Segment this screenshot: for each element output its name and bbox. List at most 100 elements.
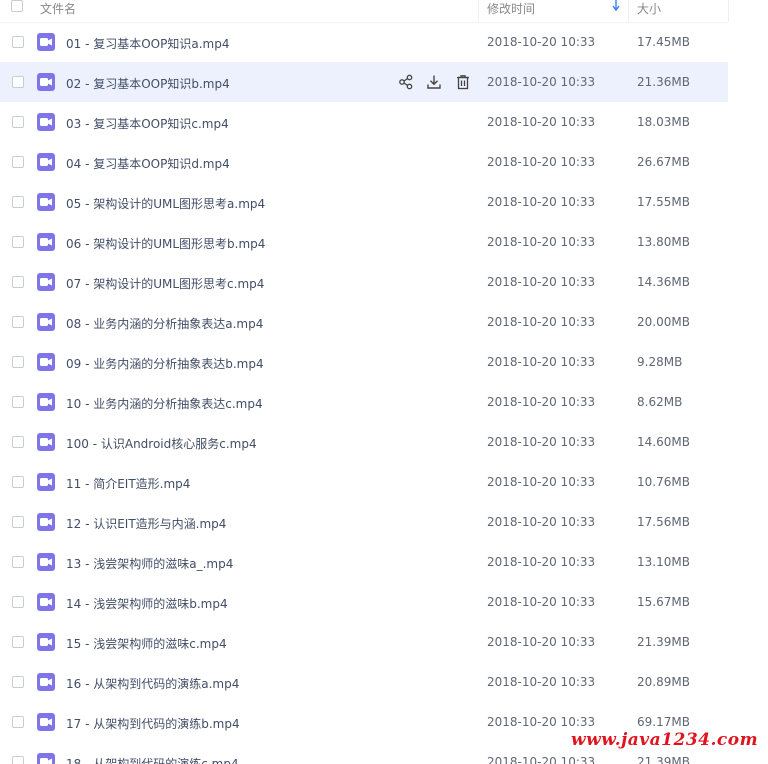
file-modified-time: 2018-10-20 10:33: [487, 155, 596, 169]
file-size: 8.62MB: [637, 395, 683, 409]
file-row[interactable]: 11 - 简介EIT造形.mp4 2018-10-20 10:33 10.76MB: [0, 462, 728, 502]
file-size: 13.80MB: [637, 235, 690, 249]
file-checkbox[interactable]: [12, 676, 24, 688]
file-row[interactable]: 14 - 浅尝架构师的滋味b.mp4 2018-10-20 10:33 15.67M…: [0, 582, 728, 622]
list-header: 文件名 修改时间 大小: [0, 0, 728, 23]
file-modified-time: 2018-10-20 10:33: [487, 435, 596, 449]
file-modified-time: 2018-10-20 10:33: [487, 595, 596, 609]
video-file-icon: [37, 553, 55, 571]
video-file-icon: [37, 473, 55, 491]
file-name-link[interactable]: 13 - 浅尝架构师的滋味a_.mp4: [66, 555, 233, 572]
file-name-link[interactable]: 10 - 业务内涵的分析抽象表达c.mp4: [66, 395, 263, 412]
file-checkbox[interactable]: [12, 756, 24, 764]
video-file-icon: [37, 353, 55, 371]
video-file-icon: [37, 33, 55, 51]
file-checkbox[interactable]: [12, 156, 24, 168]
file-size: 18.03MB: [637, 115, 690, 129]
file-row[interactable]: 05 - 架构设计的UML图形思考a.mp4 2018-10-20 10:33 17…: [0, 182, 728, 222]
file-row[interactable]: 16 - 从架构到代码的演练a.mp4 2018-10-20 10:33 20.89…: [0, 662, 728, 702]
file-checkbox[interactable]: [12, 356, 24, 368]
file-modified-time: 2018-10-20 10:33: [487, 115, 596, 129]
file-modified-time: 2018-10-20 10:33: [487, 235, 596, 249]
video-file-icon: [37, 753, 55, 764]
file-size: 20.00MB: [637, 315, 690, 329]
file-name-link[interactable]: 07 - 架构设计的UML图形思考c.mp4: [66, 275, 264, 292]
file-checkbox[interactable]: [12, 476, 24, 488]
file-row[interactable]: 100 - 认识Android核心服务c.mp4 2018-10-20 10:33…: [0, 422, 728, 462]
file-checkbox[interactable]: [12, 636, 24, 648]
file-row[interactable]: 10 - 业务内涵的分析抽象表达c.mp4 2018-10-20 10:33 8.6…: [0, 382, 728, 422]
video-file-icon: [37, 193, 55, 211]
file-name-link[interactable]: 14 - 浅尝架构师的滋味b.mp4: [66, 595, 228, 612]
file-size: 21.36MB: [637, 75, 690, 89]
file-name-link[interactable]: 06 - 架构设计的UML图形思考b.mp4: [66, 235, 265, 252]
column-header-size[interactable]: 大小: [637, 0, 661, 17]
file-name-link[interactable]: 04 - 复习基本OOP知识d.mp4: [66, 155, 230, 172]
file-size: 21.39MB: [637, 635, 690, 649]
file-checkbox[interactable]: [12, 196, 24, 208]
file-checkbox[interactable]: [12, 436, 24, 448]
video-file-icon: [37, 113, 55, 131]
file-name-link[interactable]: 18 - 从架构到代码的演练c.mp4: [66, 755, 239, 764]
file-size: 17.45MB: [637, 35, 690, 49]
file-row[interactable]: 07 - 架构设计的UML图形思考c.mp4 2018-10-20 10:33 14…: [0, 262, 728, 302]
file-size: 14.60MB: [637, 435, 690, 449]
file-name-link[interactable]: 08 - 业务内涵的分析抽象表达a.mp4: [66, 315, 263, 332]
file-modified-time: 2018-10-20 10:33: [487, 475, 596, 489]
file-checkbox[interactable]: [12, 596, 24, 608]
file-checkbox[interactable]: [12, 116, 24, 128]
file-name-link[interactable]: 03 - 复习基本OOP知识c.mp4: [66, 115, 229, 132]
file-checkbox[interactable]: [12, 236, 24, 248]
file-checkbox[interactable]: [12, 556, 24, 568]
file-row[interactable]: 09 - 业务内涵的分析抽象表达b.mp4 2018-10-20 10:33 9.2…: [0, 342, 728, 382]
file-name-link[interactable]: 02 - 复习基本OOP知识b.mp4: [66, 75, 230, 92]
file-modified-time: 2018-10-20 10:33: [487, 195, 596, 209]
file-size: 17.55MB: [637, 195, 690, 209]
download-icon[interactable]: [426, 74, 442, 90]
file-row[interactable]: 15 - 浅尝架构师的滋味c.mp4 2018-10-20 10:33 21.39M…: [0, 622, 728, 662]
file-checkbox[interactable]: [12, 276, 24, 288]
file-row[interactable]: 06 - 架构设计的UML图形思考b.mp4 2018-10-20 10:33 13…: [0, 222, 728, 262]
column-header-time[interactable]: 修改时间: [487, 0, 535, 17]
share-icon[interactable]: [398, 74, 414, 90]
file-modified-time: 2018-10-20 10:33: [487, 75, 596, 89]
video-file-icon: [37, 593, 55, 611]
file-row[interactable]: 08 - 业务内涵的分析抽象表达a.mp4 2018-10-20 10:33 20.…: [0, 302, 728, 342]
file-name-link[interactable]: 11 - 简介EIT造形.mp4: [66, 475, 190, 492]
file-modified-time: 2018-10-20 10:33: [487, 755, 596, 764]
file-name-link[interactable]: 15 - 浅尝架构师的滋味c.mp4: [66, 635, 227, 652]
file-name-link[interactable]: 16 - 从架构到代码的演练a.mp4: [66, 675, 239, 692]
file-row[interactable]: 12 - 认识EIT造形与内涵.mp4 2018-10-20 10:33 17.56…: [0, 502, 728, 542]
file-checkbox[interactable]: [12, 396, 24, 408]
file-modified-time: 2018-10-20 10:33: [487, 395, 596, 409]
file-checkbox[interactable]: [12, 716, 24, 728]
file-row[interactable]: 04 - 复习基本OOP知识d.mp4 2018-10-20 10:33 26.67…: [0, 142, 728, 182]
file-modified-time: 2018-10-20 10:33: [487, 555, 596, 569]
video-file-icon: [37, 273, 55, 291]
file-row[interactable]: 03 - 复习基本OOP知识c.mp4 2018-10-20 10:33 18.03…: [0, 102, 728, 142]
file-checkbox[interactable]: [12, 316, 24, 328]
delete-icon[interactable]: [455, 74, 471, 90]
column-divider[interactable]: [478, 0, 479, 22]
column-divider[interactable]: [628, 0, 629, 22]
file-name-link[interactable]: 100 - 认识Android核心服务c.mp4: [66, 435, 257, 452]
file-modified-time: 2018-10-20 10:33: [487, 35, 596, 49]
file-checkbox[interactable]: [12, 76, 24, 88]
video-file-icon: [37, 673, 55, 691]
file-row[interactable]: 01 - 复习基本OOP知识a.mp4 2018-10-20 10:33 17.45…: [0, 22, 728, 62]
file-name-link[interactable]: 17 - 从架构到代码的演练b.mp4: [66, 715, 240, 732]
file-size: 13.10MB: [637, 555, 690, 569]
file-row[interactable]: 13 - 浅尝架构师的滋味a_.mp4 2018-10-20 10:33 13.10…: [0, 542, 728, 582]
file-name-link[interactable]: 01 - 复习基本OOP知识a.mp4: [66, 35, 229, 52]
file-checkbox[interactable]: [12, 516, 24, 528]
watermark-text: www.java1234.com: [571, 730, 759, 750]
column-header-name[interactable]: 文件名: [40, 0, 76, 17]
file-list-page: 文件名 修改时间 大小 01 - 复习基本OOP知识a.mp4 2018-10-2…: [0, 0, 768, 764]
file-row[interactable]: 02 - 复习基本OOP知识b.mp4 2018-10-20 10:33 21.36…: [0, 62, 728, 102]
file-name-link[interactable]: 09 - 业务内涵的分析抽象表达b.mp4: [66, 355, 264, 372]
file-name-link[interactable]: 05 - 架构设计的UML图形思考a.mp4: [66, 195, 265, 212]
file-checkbox[interactable]: [12, 36, 24, 48]
arrow-down-icon[interactable]: [612, 0, 620, 14]
file-name-link[interactable]: 12 - 认识EIT造形与内涵.mp4: [66, 515, 226, 532]
select-all-checkbox[interactable]: [11, 0, 23, 12]
